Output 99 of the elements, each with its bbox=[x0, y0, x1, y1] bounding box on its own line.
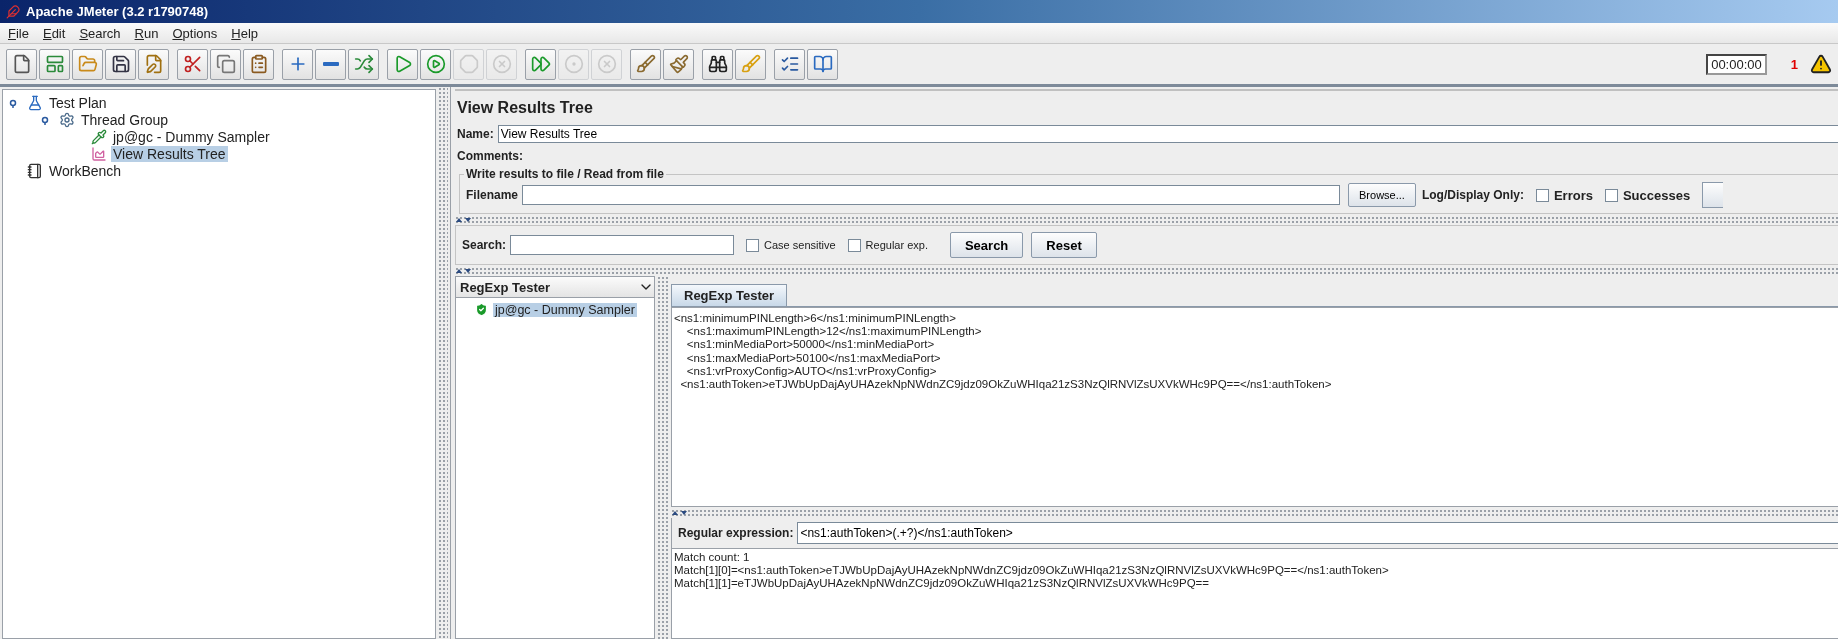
checkbox-label: Errors bbox=[1553, 187, 1593, 203]
result-item[interactable]: jp@gc - Dummy Sampler bbox=[493, 302, 637, 317]
copy-icon bbox=[215, 54, 236, 74]
minus-icon bbox=[322, 62, 339, 66]
tree-item[interactable]: WorkBench bbox=[47, 162, 124, 179]
brush-icon bbox=[635, 54, 656, 74]
brush-button[interactable] bbox=[630, 48, 661, 80]
tab[interactable]: RegExp Tester bbox=[671, 284, 788, 306]
shuffle-button[interactable] bbox=[348, 48, 379, 80]
checkbox[interactable] bbox=[847, 238, 861, 252]
window-title: Apache JMeter (3.2 r1790748) bbox=[26, 4, 209, 19]
templates-icon bbox=[44, 54, 65, 74]
checkbox[interactable] bbox=[1604, 188, 1618, 202]
name-label: Name: bbox=[457, 127, 494, 141]
file-pen-button[interactable] bbox=[138, 48, 169, 80]
response-line: <ns1:maximumPINLength>12</ns1:maximumPINLength> bbox=[685, 325, 983, 339]
checkbox-label: Regular exp. bbox=[865, 239, 928, 251]
feather-icon bbox=[6, 4, 20, 19]
checkbox-label: Successes bbox=[1622, 187, 1691, 203]
name-field[interactable]: View Results Tree bbox=[497, 125, 1838, 143]
fast-forward-button[interactable] bbox=[525, 48, 556, 80]
splitter-arrows-icon[interactable] bbox=[455, 216, 473, 223]
menu-item[interactable]: Help bbox=[231, 25, 258, 41]
circle-dot-icon bbox=[563, 54, 584, 74]
x-circle-icon bbox=[491, 54, 512, 74]
regex-label: Regular expression: bbox=[678, 526, 794, 540]
search-label: Search: bbox=[462, 238, 507, 252]
response-line: <ns1:minimumPINLength>6</ns1:minimumPINLength> bbox=[674, 312, 957, 326]
splitter-arrows-icon[interactable] bbox=[455, 267, 473, 274]
scissors-icon bbox=[182, 54, 203, 74]
chart-icon bbox=[91, 145, 107, 162]
binoculars-button[interactable] bbox=[702, 48, 733, 80]
warning-icon[interactable] bbox=[1810, 53, 1832, 75]
search-field[interactable] bbox=[510, 235, 735, 255]
response-line: <ns1:minMediaPort>50000</ns1:minMediaPort> bbox=[685, 338, 936, 352]
tree-item[interactable]: jp@gc - Dummy Sampler bbox=[111, 128, 272, 145]
checkbox[interactable] bbox=[746, 238, 760, 252]
templates-button[interactable] bbox=[39, 48, 70, 80]
paintbrush-button[interactable] bbox=[663, 48, 694, 80]
plus-button[interactable] bbox=[282, 48, 313, 80]
checkbox-label: Case sensitive bbox=[764, 239, 836, 251]
response-line: <ns1:maxMediaPort>50100</ns1:maxMediaPort> bbox=[685, 351, 942, 365]
match-line: Match[1][0]=<ns1:authToken>eTJWbUpDajAyUHAzekNpNWdnZC9jdz09OkZuWHIqa21zS3NzQlRNVlZsUXVkWHc9PQ==</ns1:authToken> bbox=[674, 564, 1390, 578]
paintbrush-icon bbox=[668, 54, 689, 74]
save-icon bbox=[110, 54, 131, 74]
search-button[interactable]: Reset bbox=[1031, 232, 1097, 258]
browse-button[interactable]: Browse... bbox=[1348, 183, 1416, 207]
splitter-arrows-icon[interactable] bbox=[671, 509, 689, 516]
renderer-dropdown[interactable]: RegExp Tester bbox=[456, 277, 654, 298]
response-line: <ns1:vrProxyConfig>AUTO</ns1:vrProxyConfig> bbox=[685, 364, 938, 378]
help-icon bbox=[812, 54, 833, 74]
clipboard-button[interactable] bbox=[243, 48, 274, 80]
binoculars-icon bbox=[707, 54, 728, 74]
cut-off-button[interactable] bbox=[1702, 182, 1724, 208]
menu-item[interactable]: File bbox=[8, 25, 29, 41]
save-button[interactable] bbox=[105, 48, 136, 80]
minus-button[interactable] bbox=[315, 48, 346, 80]
help-button[interactable] bbox=[807, 48, 838, 80]
comments-label: Comments: bbox=[457, 149, 523, 163]
match-line: Match[1][1]=eTJWbUpDajAyUHAzekNpNWdnZC9jdz09OkZuWHIqa21zS3NzQlRNVlZsUXVkWHc9PQ== bbox=[674, 577, 1211, 591]
gear-icon bbox=[59, 111, 75, 128]
fast-forward-icon bbox=[530, 54, 551, 74]
shield-check-icon bbox=[474, 302, 489, 317]
checklist-icon bbox=[779, 54, 800, 74]
tree-item[interactable]: View Results Tree bbox=[111, 145, 228, 162]
menu-item[interactable]: Edit bbox=[42, 25, 66, 41]
copy-button[interactable] bbox=[210, 48, 241, 80]
response-text-area[interactable] bbox=[671, 307, 1838, 507]
folder-icon bbox=[77, 54, 98, 74]
play-circle-button[interactable] bbox=[420, 48, 451, 80]
shuffle-icon bbox=[353, 54, 374, 74]
log-display-label: Log/Display Only: bbox=[1421, 188, 1524, 202]
flask-icon bbox=[27, 94, 43, 111]
pipette-icon bbox=[91, 128, 107, 145]
play-circle-icon bbox=[425, 54, 446, 74]
splitter-bar[interactable] bbox=[438, 87, 448, 639]
regex-field[interactable]: <ns1:authToken>(.+?)</ns1:authToken> bbox=[797, 522, 1838, 544]
play-button[interactable] bbox=[387, 48, 418, 80]
search-button[interactable]: Search bbox=[949, 232, 1024, 258]
checkbox[interactable] bbox=[1535, 188, 1549, 202]
menu-item[interactable]: Run bbox=[134, 25, 159, 41]
match-line: Match count: 1 bbox=[674, 551, 751, 565]
scissors-button[interactable] bbox=[177, 48, 208, 80]
filename-label: Filename bbox=[466, 188, 519, 202]
warning-count[interactable]: 1 bbox=[1790, 56, 1798, 72]
elapsed-time: 00:00:00 bbox=[1706, 53, 1767, 75]
tree-item[interactable]: Test Plan bbox=[47, 94, 109, 111]
notebook-icon bbox=[27, 162, 43, 179]
menu-item[interactable]: Search bbox=[79, 25, 121, 41]
group-title: Write results to file / Read from file bbox=[465, 167, 665, 181]
circle-x-icon bbox=[596, 54, 617, 74]
checklist-button[interactable] bbox=[774, 48, 805, 80]
stop-icon bbox=[458, 54, 479, 74]
panel-title: View Results Tree bbox=[455, 89, 1838, 123]
filename-field[interactable] bbox=[522, 185, 1341, 205]
menu-item[interactable]: Options bbox=[172, 25, 218, 41]
tree-item[interactable]: Thread Group bbox=[79, 111, 171, 128]
response-line: <ns1:authToken>eTJWbUpDajAyUHAzekNpNWdnZC9jdz09OkZuWHIqa21zS3NzQlRNVlZsUXVkWHc9PQ==</ns1:authToken> bbox=[679, 378, 1333, 392]
new-file-button[interactable] bbox=[6, 48, 37, 80]
